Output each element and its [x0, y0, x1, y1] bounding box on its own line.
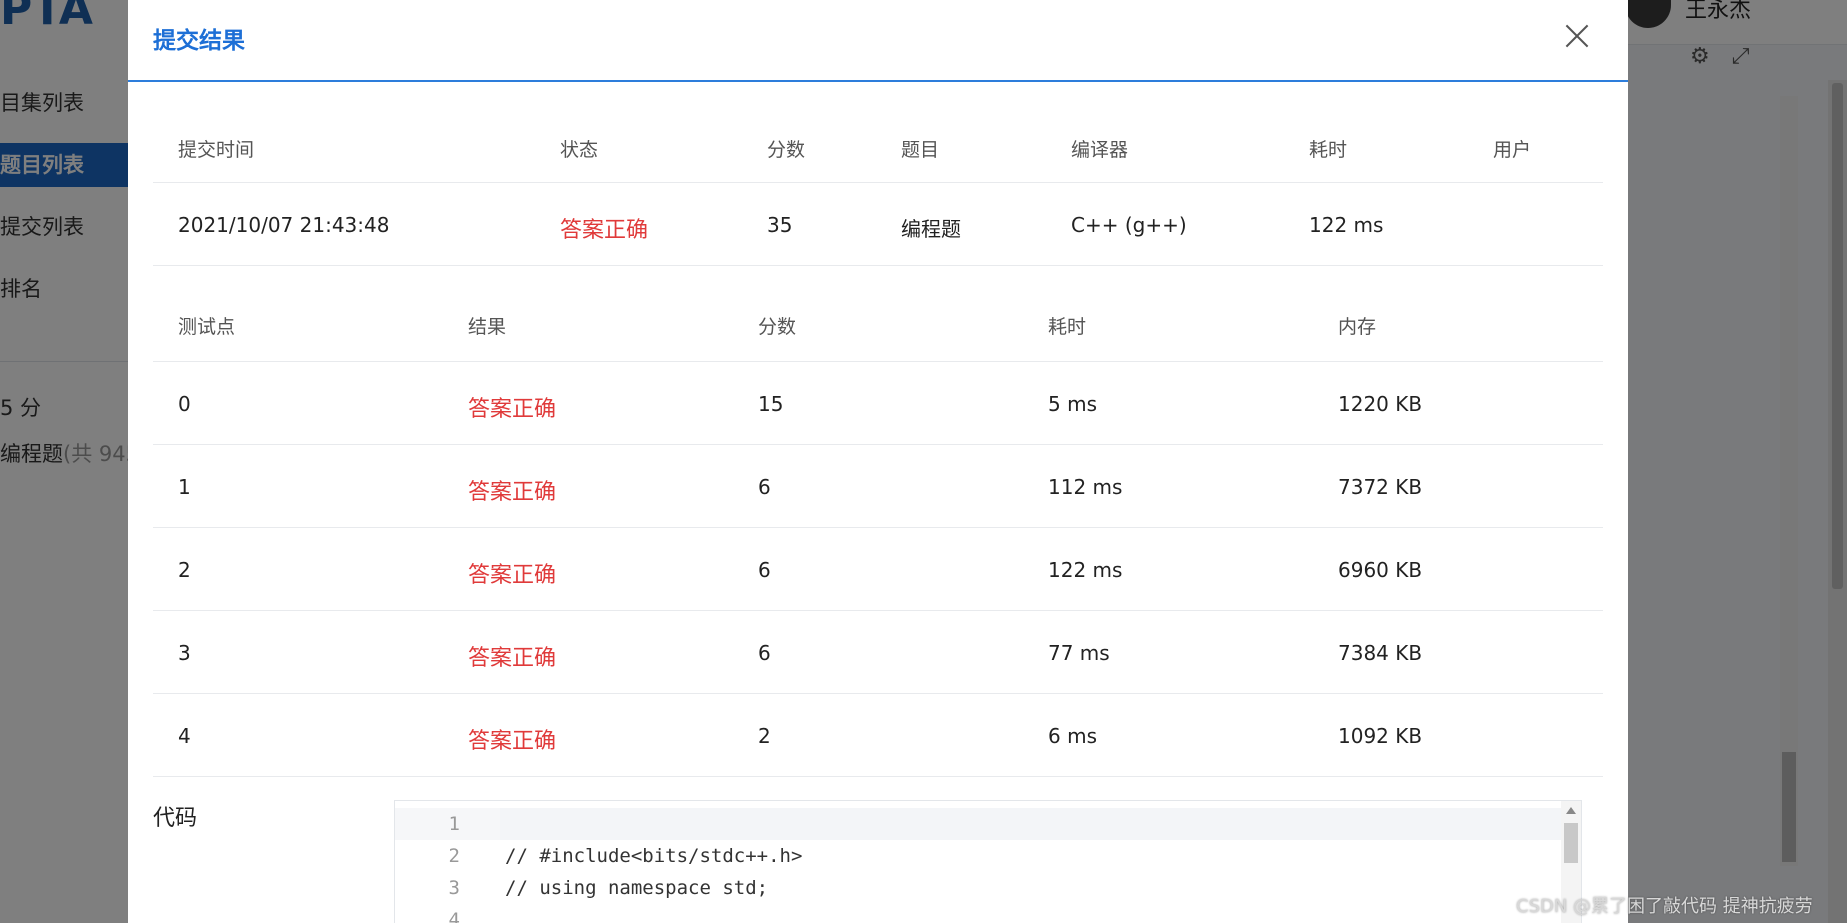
code-label: 代码 — [153, 806, 198, 831]
testcase-result: 答案正确 — [468, 729, 557, 754]
submission-row: 2021/10/07 21:43:48 答案正确 35 编程题 C++ (g++… — [153, 183, 1603, 266]
testcase-id: 1 — [178, 475, 191, 499]
header-user: 用户 — [1493, 139, 1532, 161]
code-line[interactable]: 4 — [395, 904, 1561, 923]
submission-compiler: C++ (g++) — [1071, 213, 1187, 237]
submission-score: 35 — [767, 213, 793, 237]
dialog-title: 提交结果 — [153, 28, 245, 54]
testcase-result: 答案正确 — [468, 397, 557, 422]
testcase-id: 4 — [178, 724, 191, 748]
table-row: 3 答案正确 6 77 ms 7384 KB — [153, 611, 1603, 694]
submission-result-dialog: 提交结果 提交时间 状态 分数 题目 编译器 耗时 用户 2021/10/07 … — [128, 0, 1628, 923]
testcase-elapsed: 6 ms — [1048, 724, 1097, 748]
code-line[interactable]: 2 // #include<bits/stdc++.h> — [395, 840, 1561, 872]
table-row: 0 答案正确 15 5 ms 1220 KB — [153, 362, 1603, 445]
testcase-score: 6 — [758, 558, 771, 582]
line-number: 1 — [448, 813, 460, 835]
code-scroll-thumb[interactable] — [1564, 823, 1578, 863]
testcase-elapsed: 112 ms — [1048, 475, 1123, 499]
testcase-id: 3 — [178, 641, 191, 665]
code-text[interactable]: // #include<bits/stdc++.h> — [505, 840, 802, 872]
close-icon[interactable] — [1560, 19, 1594, 53]
testcase-result: 答案正确 — [468, 563, 557, 588]
current-line-highlight — [500, 808, 1561, 840]
line-number: 4 — [448, 909, 460, 923]
code-line[interactable]: 1 — [395, 808, 1561, 840]
submission-elapsed: 122 ms — [1309, 213, 1384, 237]
testcase-memory: 6960 KB — [1338, 558, 1423, 582]
header-testcase-elapsed: 耗时 — [1048, 316, 1087, 338]
testcase-id: 0 — [178, 392, 191, 416]
header-memory: 内存 — [1338, 316, 1377, 338]
table-row: 4 答案正确 2 6 ms 1092 KB — [153, 694, 1603, 777]
header-submit-time: 提交时间 — [178, 139, 255, 161]
line-number: 3 — [448, 877, 460, 899]
header-problem: 题目 — [901, 139, 940, 161]
testcase-result: 答案正确 — [468, 480, 557, 505]
table-row: 2 答案正确 6 122 ms 6960 KB — [153, 528, 1603, 611]
testcase-score: 6 — [758, 475, 771, 499]
testcase-score: 15 — [758, 392, 784, 416]
submission-problem: 编程题 — [901, 217, 961, 241]
dialog-header: 提交结果 — [128, 0, 1628, 82]
code-line[interactable]: 3 // using namespace std; — [395, 872, 1561, 904]
table-row: 1 答案正确 6 112 ms 7372 KB — [153, 445, 1603, 528]
header-testcase: 测试点 — [178, 316, 236, 338]
testcase-elapsed: 122 ms — [1048, 558, 1123, 582]
testcase-memory: 1092 KB — [1338, 724, 1423, 748]
submission-table-header: 提交时间 状态 分数 题目 编译器 耗时 用户 — [153, 80, 1603, 183]
watermark: CSDN @累了困了敲代码 提神抗疲劳 — [1516, 896, 1813, 917]
header-score: 分数 — [767, 139, 806, 161]
code-viewer[interactable]: 1 2 // #include<bits/stdc++.h> 3 // usin… — [394, 800, 1582, 923]
header-status: 状态 — [560, 139, 599, 161]
status-badge: 答案正确 — [560, 218, 649, 243]
header-elapsed: 耗时 — [1309, 139, 1348, 161]
testcase-score: 2 — [758, 724, 771, 748]
testcase-memory: 7384 KB — [1338, 641, 1423, 665]
testcase-elapsed: 77 ms — [1048, 641, 1110, 665]
testcase-score: 6 — [758, 641, 771, 665]
submit-time: 2021/10/07 21:43:48 — [178, 213, 390, 237]
header-result: 结果 — [468, 316, 507, 338]
header-compiler: 编译器 — [1071, 139, 1129, 161]
testcase-memory: 1220 KB — [1338, 392, 1423, 416]
testcase-table-header: 测试点 结果 分数 耗时 内存 — [153, 267, 1603, 362]
testcase-result: 答案正确 — [468, 646, 557, 671]
testcase-memory: 7372 KB — [1338, 475, 1423, 499]
line-number: 2 — [448, 845, 460, 867]
header-testcase-score: 分数 — [758, 316, 797, 338]
testcase-id: 2 — [178, 558, 191, 582]
testcase-elapsed: 5 ms — [1048, 392, 1097, 416]
scroll-up-arrow-icon[interactable] — [1566, 807, 1576, 814]
code-text[interactable]: // using namespace std; — [505, 872, 768, 904]
